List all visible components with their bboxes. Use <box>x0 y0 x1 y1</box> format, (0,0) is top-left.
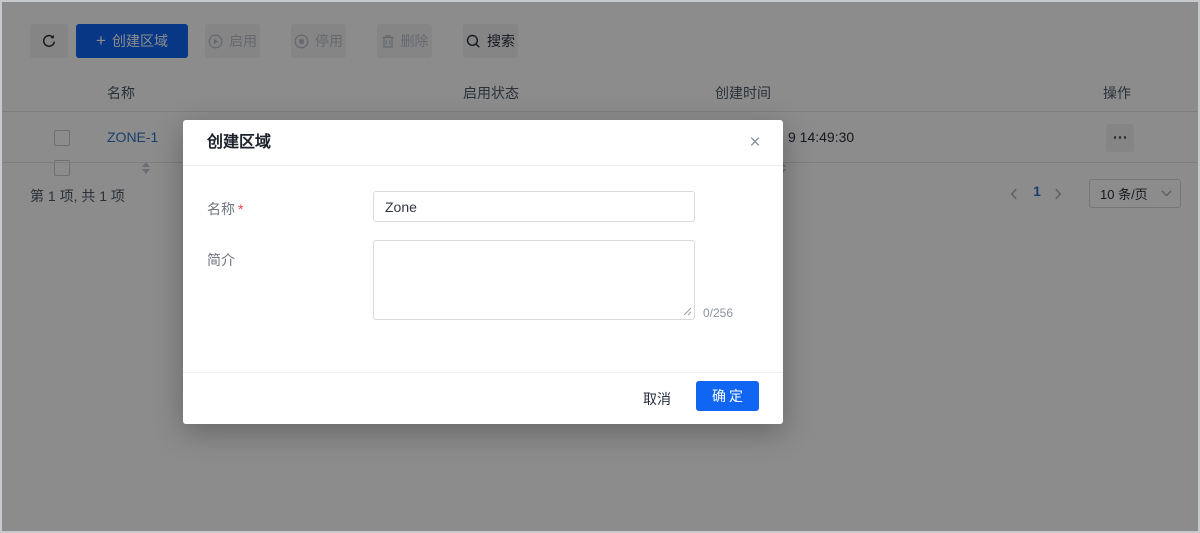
cancel-button[interactable]: 取消 <box>643 387 671 411</box>
name-label-text: 名称 <box>207 201 235 217</box>
dialog-footer: 取消 确定 <box>183 372 783 424</box>
description-textarea[interactable] <box>373 240 695 320</box>
dialog-header: 创建区域 × <box>183 120 783 166</box>
required-asterisk: * <box>238 201 243 217</box>
close-icon[interactable]: × <box>745 133 765 153</box>
dialog-title: 创建区域 <box>207 120 271 166</box>
name-input[interactable] <box>373 191 695 222</box>
char-counter: 0/256 <box>703 306 733 320</box>
description-field-label: 简介 <box>207 250 235 270</box>
name-field-label: 名称* <box>207 199 243 219</box>
create-zone-dialog: 创建区域 × 名称* 简介 0/256 取消 确定 <box>183 120 783 424</box>
screen: + 创建区域 启用 停用 <box>0 0 1200 533</box>
confirm-button[interactable]: 确定 <box>696 381 759 411</box>
